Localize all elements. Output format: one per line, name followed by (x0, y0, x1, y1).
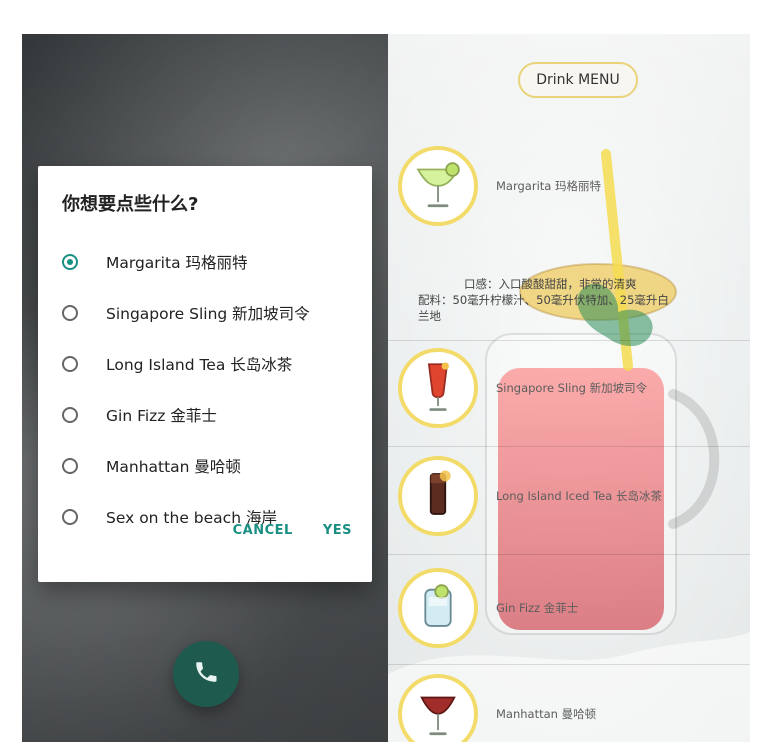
description-taste: 口感：入口酸酸甜甜，非常的清爽 (464, 277, 637, 291)
dialog-actions: CANCEL YES (233, 523, 352, 538)
divider (388, 340, 750, 341)
drink-item-long-island-iced-tea[interactable]: Long Island Iced Tea 长岛冰茶 (398, 456, 740, 540)
option-label: Margarita 玛格丽特 (106, 253, 248, 272)
option-margarita[interactable]: Margarita 玛格丽特 (62, 236, 356, 287)
radio-icon[interactable] (62, 304, 78, 321)
option-label: Gin Fizz 金菲士 (106, 406, 217, 425)
singapore-sling-glass-icon (409, 357, 467, 419)
dialog-title: 你想要点些什么? (62, 194, 199, 215)
radio-icon[interactable] (62, 508, 78, 525)
drink-thumbnail (398, 348, 478, 428)
option-long-island-tea[interactable]: Long Island Tea 长岛冰茶 (62, 338, 356, 389)
option-manhattan[interactable]: Manhattan 曼哈顿 (62, 440, 356, 491)
drink-item-gin-fizz[interactable]: Gin Fizz 金菲士 (398, 568, 740, 652)
drink-choice-dialog: 你想要点些什么? Margarita 玛格丽特 Singapore Sling … (38, 166, 372, 582)
divider (388, 554, 750, 555)
divider (388, 664, 750, 665)
drink-item-singapore-sling[interactable]: Singapore Sling 新加坡司令 (398, 348, 740, 432)
drink-options-list: Margarita 玛格丽特 Singapore Sling 新加坡司令 Lon… (62, 236, 356, 542)
drink-thumbnail (398, 456, 478, 536)
gin-fizz-glass-icon (409, 577, 467, 639)
radio-icon[interactable] (62, 457, 78, 474)
drink-thumbnail (398, 146, 478, 226)
drink-item-manhattan[interactable]: Manhattan 曼哈顿 (398, 674, 740, 742)
call-fab-button[interactable] (173, 641, 239, 707)
phone-icon (193, 659, 219, 689)
drink-name: Margarita 玛格丽特 (496, 179, 601, 193)
option-gin-fizz[interactable]: Gin Fizz 金菲士 (62, 389, 356, 440)
option-label: Long Island Tea 长岛冰茶 (106, 355, 293, 374)
drink-description: 口感：入口酸酸甜甜，非常的清爽 配料：50毫升柠檬汁、50毫升伏特加、25毫升白… (418, 276, 748, 324)
yes-button[interactable]: YES (323, 523, 352, 538)
cancel-button[interactable]: CANCEL (233, 523, 293, 538)
drink-item-margarita[interactable]: Margarita 玛格丽特 (398, 146, 740, 230)
option-label: Singapore Sling 新加坡司令 (106, 304, 310, 323)
drink-menu-content: Drink MENU Margarita 玛格丽特 口感：入口酸酸甜甜，非常的清… (388, 34, 750, 742)
left-phone-screen: 你想要点些什么? Margarita 玛格丽特 Singapore Sling … (22, 34, 388, 742)
drink-name: Singapore Sling 新加坡司令 (496, 381, 648, 395)
radio-selected-icon[interactable] (62, 253, 78, 270)
right-phone-screen: Drink MENU Margarita 玛格丽特 口感：入口酸酸甜甜，非常的清… (388, 34, 750, 742)
margarita-glass-icon (409, 155, 467, 217)
option-label: Manhattan 曼哈顿 (106, 457, 241, 476)
divider (388, 446, 750, 447)
description-ingredients-continued: 兰地 (418, 309, 441, 323)
option-singapore-sling[interactable]: Singapore Sling 新加坡司令 (62, 287, 356, 338)
drink-name: Gin Fizz 金菲士 (496, 601, 579, 615)
drink-menu-pill[interactable]: Drink MENU (518, 62, 638, 98)
radio-icon[interactable] (62, 355, 78, 372)
drink-name: Manhattan 曼哈顿 (496, 707, 597, 721)
drink-name: Long Island Iced Tea 长岛冰茶 (496, 489, 662, 503)
long-island-iced-tea-glass-icon (409, 465, 467, 527)
manhattan-glass-icon (409, 683, 467, 742)
description-ingredients: 配料：50毫升柠檬汁、50毫升伏特加、25毫升白 (418, 293, 669, 307)
drink-thumbnail (398, 568, 478, 648)
drink-thumbnail (398, 674, 478, 742)
radio-icon[interactable] (62, 406, 78, 423)
